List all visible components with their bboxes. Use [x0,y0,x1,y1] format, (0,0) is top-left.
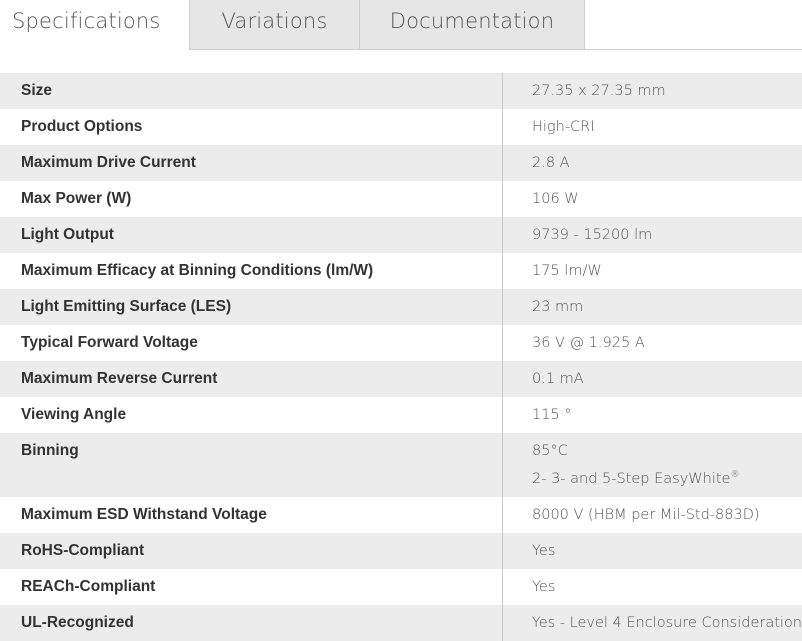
spec-label: Size [0,73,503,109]
spec-label: UL-Recognized [0,605,503,641]
spec-row-binning: Binning 85°C 2- 3- and 5-Step EasyWhite® [0,433,802,497]
spec-label: Viewing Angle [0,397,503,433]
spec-value: 115 ° [532,407,572,423]
spec-value: 85°C 2- 3- and 5-Step EasyWhite® [503,433,802,497]
tab-documentation[interactable]: Documentation [360,0,585,50]
spec-row-light-output: Light Output 9739 - 15200 lm [0,217,802,253]
spec-label: Max Power (W) [0,181,503,217]
spec-value: 36 V @ 1.925 A [532,335,645,351]
spec-value: 106 W [532,191,579,207]
tab-divider [190,49,802,50]
spec-label: RoHS-Compliant [0,533,503,569]
tab-variations[interactable]: Variations [190,0,360,50]
spec-row-esd-voltage: Maximum ESD Withstand Voltage 8000 V (HB… [0,497,802,533]
spec-value: 0.1 mA [532,371,584,387]
tab-bar: Specifications Variations Documentation [0,0,802,50]
spec-value: Yes - Level 4 Enclosure Consideration [531,615,802,631]
spec-label: Product Options [0,109,503,145]
spec-row-max-drive-current: Maximum Drive Current 2.8 A [0,145,802,181]
spec-row-reverse-current: Maximum Reverse Current 0.1 mA [0,361,802,397]
specifications-table: Size 27.35 x 27.35 mm Product Options Hi… [0,73,802,641]
spec-label: Maximum ESD Withstand Voltage [0,497,503,533]
spec-value: Yes [532,543,556,559]
spec-row-product-options: Product Options High-CRI [0,109,802,145]
spec-label: REACh-Compliant [0,569,503,605]
spec-value-line2: 2- 3- and 5-Step EasyWhite® [532,466,802,488]
spec-value: 9739 - 15200 lm [532,227,653,243]
spec-row-size: Size 27.35 x 27.35 mm [0,73,802,109]
spec-row-les: Light Emitting Surface (LES) 23 mm [0,289,802,325]
spec-label: Binning [0,433,503,497]
spec-row-ul: UL-Recognized Yes - Level 4 Enclosure Co… [0,605,802,641]
spec-row-reach: REACh-Compliant Yes [0,569,802,605]
easywhite-text: 2- 3- and 5-Step EasyWhite [532,471,731,487]
spec-value: 23 mm [532,299,584,315]
spec-label: Typical Forward Voltage [0,325,503,361]
spec-value: 175 lm/W [532,263,602,279]
spec-value: Yes [532,579,556,595]
spec-value: 2.8 A [532,155,570,171]
spec-row-max-power: Max Power (W) 106 W [0,181,802,217]
spec-row-max-efficacy: Maximum Efficacy at Binning Conditions (… [0,253,802,289]
spec-value: High-CRI [532,119,595,135]
spec-row-forward-voltage: Typical Forward Voltage 36 V @ 1.925 A [0,325,802,361]
spec-value: 8000 V (HBM per Mil-Std-883D) [532,507,760,523]
spec-label: Light Output [0,217,503,253]
spec-value: 27.35 x 27.35 mm [532,83,666,99]
spec-label: Maximum Reverse Current [0,361,503,397]
tab-specifications[interactable]: Specifications [0,0,190,50]
spec-row-rohs: RoHS-Compliant Yes [0,533,802,569]
spec-label: Maximum Efficacy at Binning Conditions (… [0,253,503,289]
spec-value-line1: 85°C [532,443,568,459]
spec-row-viewing-angle: Viewing Angle 115 ° [0,397,802,433]
spec-label: Maximum Drive Current [0,145,503,181]
registered-mark: ® [730,470,740,480]
spec-label: Light Emitting Surface (LES) [0,289,503,325]
